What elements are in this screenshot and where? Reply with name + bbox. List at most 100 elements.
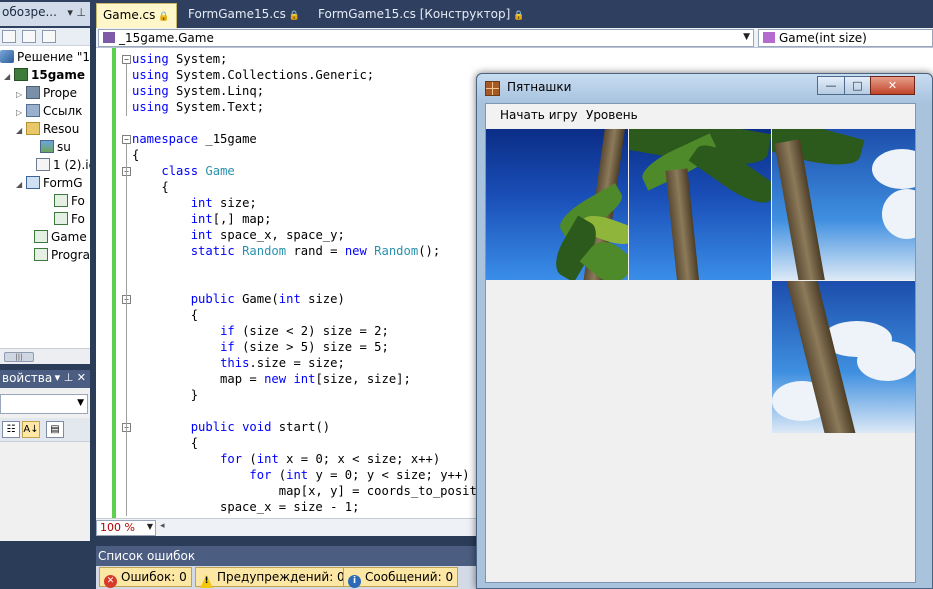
menu-level[interactable]: Уровень xyxy=(586,108,638,122)
tree-item-game-cs[interactable]: Game xyxy=(34,230,87,248)
scroll-thumb[interactable]: ||| xyxy=(4,352,34,362)
outline-guide xyxy=(126,64,127,116)
code-line[interactable]: for (int x = 0; x < size; x++) xyxy=(132,451,440,467)
code-line[interactable]: int[,] map; xyxy=(132,211,272,227)
tree-item-form[interactable]: ◢ FormG xyxy=(16,176,83,194)
collapse-outline-icon[interactable]: − xyxy=(122,55,131,64)
class-dropdown[interactable]: _15game.Game ▼ xyxy=(98,29,754,47)
navigation-bar: _15game.Game ▼ Game(int size) xyxy=(96,28,933,48)
show-all-files-button[interactable] xyxy=(22,30,36,43)
close-button[interactable]: ✕ xyxy=(870,76,915,95)
solution-explorer: Решение "15 ◢ 15game ▷ Prope ▷ Ссылк ◢ Resou… xyxy=(0,28,90,364)
references-icon xyxy=(26,104,40,117)
code-line[interactable]: map = new int[size, size]; xyxy=(132,371,411,387)
maximize-button[interactable]: □ xyxy=(844,76,871,95)
tree-item-references[interactable]: ▷ Ссылк xyxy=(16,104,82,122)
puzzle-tile[interactable] xyxy=(486,129,628,280)
zoom-dropdown[interactable]: 100 % ▼ xyxy=(96,520,156,536)
code-line[interactable]: this.size = size; xyxy=(132,355,345,371)
collapse-arrow-icon[interactable]: ◢ xyxy=(16,180,26,189)
horizontal-scrollbar[interactable]: ||| xyxy=(0,348,90,364)
code-line[interactable]: { xyxy=(132,307,198,323)
code-line[interactable]: using System; xyxy=(132,51,227,67)
code-line[interactable]: for (int y = 0; y < size; y++) xyxy=(132,467,469,483)
puzzle-tile[interactable] xyxy=(629,129,771,280)
class-icon xyxy=(103,32,115,43)
minimize-button[interactable]: — xyxy=(817,76,845,95)
alphabetical-button[interactable]: A↓ xyxy=(22,421,40,438)
code-line[interactable]: public Game(int size) xyxy=(132,291,345,307)
tree-item-program-cs[interactable]: Progra xyxy=(34,248,90,266)
form-title-bar[interactable]: Пятнашки — □ ✕ xyxy=(477,74,932,102)
object-selector[interactable]: ▼ xyxy=(0,394,88,414)
properties-toolbar: ☷ A↓ ▤ xyxy=(0,418,90,442)
form-title: Пятнашки xyxy=(507,80,572,94)
solution-explorer-toolbar xyxy=(0,28,90,46)
code-line[interactable]: int space_x, space_y; xyxy=(132,227,345,243)
warnings-filter-button[interactable]: ! Предупреждений: 0 xyxy=(195,567,350,588)
tree-item-project[interactable]: ◢ 15game xyxy=(4,68,85,86)
code-line[interactable]: namespace _15game xyxy=(132,131,257,147)
chevron-down-icon: ▼ xyxy=(77,398,84,408)
properties-button[interactable] xyxy=(2,30,16,43)
lock-icon: 🔒 xyxy=(288,11,301,21)
tree-item-form-cs[interactable]: Fo xyxy=(54,194,85,212)
tab-formgame15-designer[interactable]: FormGame15.cs [Конструктор] 🔒 xyxy=(312,3,531,28)
collapse-arrow-icon[interactable]: ◢ xyxy=(4,72,14,81)
code-line[interactable]: static Random rand = new Random(); xyxy=(132,243,441,259)
code-line[interactable]: { xyxy=(132,179,168,195)
property-pages-button[interactable]: ▤ xyxy=(46,421,64,438)
code-line[interactable]: using System.Collections.Generic; xyxy=(132,67,374,83)
code-line[interactable]: } xyxy=(132,387,198,403)
code-line[interactable]: using System.Text; xyxy=(132,99,264,115)
tree-item-resources[interactable]: ◢ Resou xyxy=(16,122,79,140)
tab-formgame15-cs[interactable]: FormGame15.cs 🔒 xyxy=(182,3,306,28)
pin-icon[interactable]: ▾ ⊥ xyxy=(67,6,86,19)
code-line[interactable]: if (size > 5) size = 5; xyxy=(132,339,389,355)
code-line[interactable]: class Game xyxy=(132,163,234,179)
chevron-down-icon: ▼ xyxy=(146,522,153,531)
expand-arrow-icon[interactable]: ▷ xyxy=(16,108,26,117)
form-icon xyxy=(26,176,40,189)
tree-item-icon-file[interactable]: 1 (2).ic xyxy=(36,158,90,176)
warning-icon: ! xyxy=(200,575,213,588)
menu-start-game[interactable]: Начать игру xyxy=(500,108,578,122)
puzzle-board xyxy=(486,129,915,559)
cs-file-icon xyxy=(34,248,48,261)
tree-item-form-designer-cs[interactable]: Fo xyxy=(54,212,85,230)
code-line[interactable]: using System.Linq; xyxy=(132,83,264,99)
member-dropdown[interactable]: Game(int size) xyxy=(758,29,933,47)
tree-item-solution[interactable]: Решение "15 xyxy=(0,50,90,68)
collapse-outline-icon[interactable]: − xyxy=(122,135,131,144)
code-line[interactable]: public void start() xyxy=(132,419,330,435)
code-line[interactable]: int size; xyxy=(132,195,257,211)
pin-icon[interactable]: ▾ ⊥ ✕ xyxy=(55,371,86,384)
scroll-left-icon[interactable]: ◂ xyxy=(160,521,165,531)
code-line[interactable]: { xyxy=(132,435,198,451)
code-line[interactable]: { xyxy=(132,147,139,163)
puzzle-tile[interactable] xyxy=(772,281,915,433)
form-client-area: Начать игру Уровень xyxy=(485,103,916,583)
categorized-button[interactable]: ☷ xyxy=(2,421,20,438)
puzzle-app-icon xyxy=(485,81,500,96)
lock-icon: 🔒 xyxy=(513,11,525,21)
folder-icon xyxy=(26,122,40,135)
properties-icon xyxy=(26,86,40,99)
game-form-window: Пятнашки — □ ✕ Начать игру Уровень xyxy=(476,73,933,589)
refresh-button[interactable] xyxy=(42,30,56,43)
cs-file-icon xyxy=(54,212,68,225)
puzzle-tile[interactable] xyxy=(772,129,915,280)
code-line[interactable]: space_x = size - 1; xyxy=(132,499,359,515)
info-icon: i xyxy=(348,575,361,588)
collapse-arrow-icon[interactable]: ◢ xyxy=(16,126,26,135)
code-line[interactable]: map[x, y] = coords_to_positio xyxy=(132,483,492,499)
errors-filter-button[interactable]: ✕ Ошибок: 0 xyxy=(99,567,192,588)
properties-panel-title: войства ▾ ⊥ ✕ xyxy=(0,370,90,388)
code-line[interactable]: if (size < 2) size = 2; xyxy=(132,323,389,339)
tab-game-cs[interactable]: Game.cs 🔒 xyxy=(96,3,177,28)
tree-item-image[interactable]: su xyxy=(40,140,71,158)
messages-filter-button[interactable]: i Сообщений: 0 xyxy=(343,567,459,588)
error-icon: ✕ xyxy=(104,575,117,588)
expand-arrow-icon[interactable]: ▷ xyxy=(16,90,26,99)
tree-item-properties[interactable]: ▷ Prope xyxy=(16,86,77,104)
